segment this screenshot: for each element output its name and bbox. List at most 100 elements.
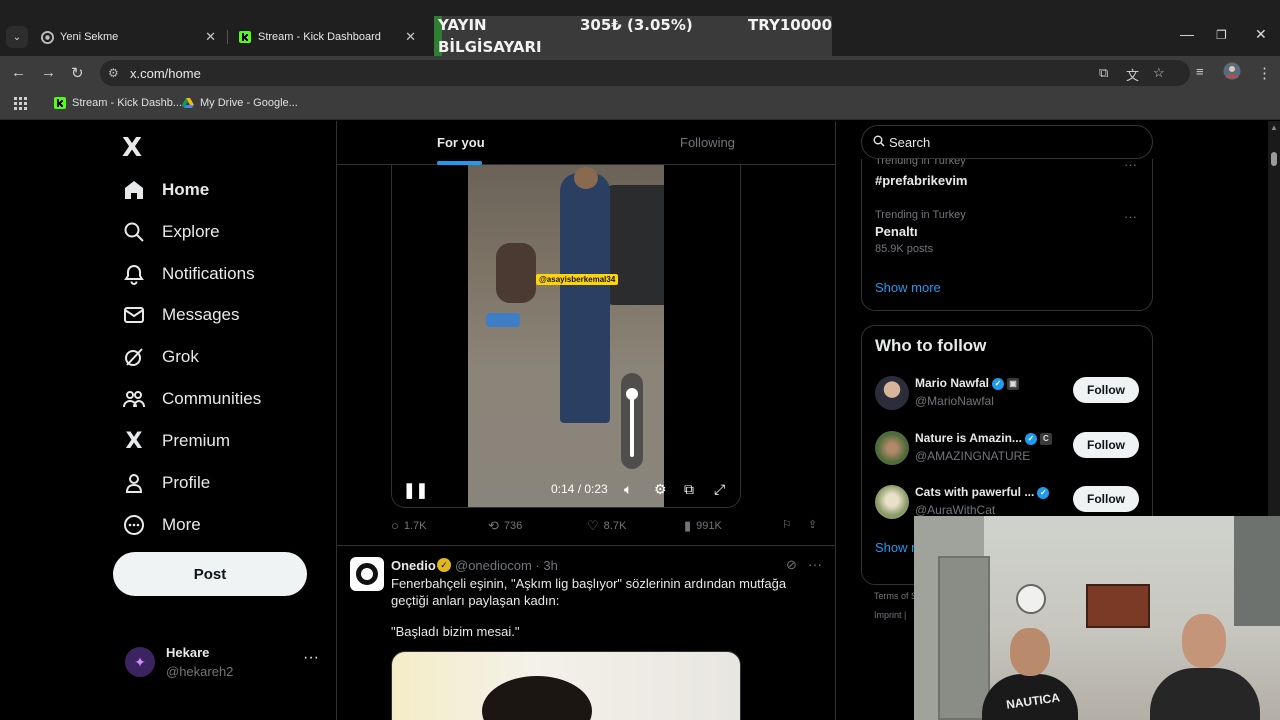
nav-messages[interactable]: Messages bbox=[122, 300, 239, 330]
account-handle: @hekareh2 bbox=[166, 664, 234, 679]
settings-gear-icon[interactable]: ⚙ bbox=[654, 481, 667, 498]
scroll-up-arrow-icon[interactable]: ▲ bbox=[1270, 123, 1278, 132]
search-box[interactable]: Search bbox=[861, 125, 1153, 159]
trend-name[interactable]: #prefabrikevim bbox=[875, 173, 968, 188]
nav-grok[interactable]: Grok bbox=[122, 342, 199, 372]
webcam-poster bbox=[1086, 584, 1150, 628]
browser-menu-icon[interactable]: ⋮ bbox=[1257, 64, 1272, 82]
footer-imprint-link[interactable]: Imprint | bbox=[874, 610, 906, 620]
suggestion-name[interactable]: Nature is Amazin... ✓ C bbox=[915, 431, 1052, 445]
bookmark-icon[interactable]: ⚐ bbox=[782, 518, 792, 531]
kick-icon bbox=[238, 30, 252, 44]
tweet-handle-time[interactable]: @onediocom · 3h bbox=[455, 558, 558, 573]
follow-button[interactable]: Follow bbox=[1073, 432, 1139, 458]
volume-slider[interactable] bbox=[621, 373, 643, 469]
nav-label: Profile bbox=[162, 473, 211, 492]
tab-for-you[interactable]: For you bbox=[437, 135, 485, 150]
video-overlay-tag: @asayisberkemal34 bbox=[536, 274, 619, 285]
more-dots-icon[interactable]: ··· bbox=[808, 556, 822, 572]
tweet[interactable]: Onedio ✓ @onediocom · 3h ⊘ ··· Fenerbahç… bbox=[337, 546, 835, 720]
grok-icon bbox=[122, 346, 146, 368]
address-bar[interactable]: ⚙ x.com/home ⧉ 文 ☆ bbox=[100, 60, 1190, 86]
apps-grid-icon[interactable] bbox=[14, 97, 27, 110]
avatar[interactable] bbox=[875, 431, 909, 465]
nav-home[interactable]: Home bbox=[122, 175, 209, 205]
video-scene-person bbox=[560, 167, 610, 423]
browser-tab-strip: ⌄ Yeni Sekme ✕ Stream - Kick Dashboard ✕… bbox=[0, 0, 1280, 56]
nav-communities[interactable]: Communities bbox=[122, 384, 261, 414]
media-controls-icon[interactable]: ≡ bbox=[1196, 64, 1204, 79]
nav-profile[interactable]: Profile bbox=[122, 468, 210, 498]
more-dots-icon[interactable]: ··· bbox=[1124, 157, 1137, 172]
like-action[interactable]: ♡ 8.7K bbox=[587, 518, 626, 534]
tab-kick-dashboard[interactable]: Stream - Kick Dashboard ✕ bbox=[228, 22, 426, 52]
share-icon[interactable]: ⇪ bbox=[808, 518, 817, 531]
restore-icon[interactable]: ❐ bbox=[1216, 28, 1227, 42]
post-button[interactable]: Post bbox=[113, 552, 307, 596]
picture-in-picture-icon[interactable]: ⧉ bbox=[684, 481, 694, 498]
site-info-icon[interactable]: ⚙ bbox=[108, 66, 119, 80]
nav-more[interactable]: More bbox=[122, 510, 201, 540]
follow-suggestion[interactable]: Nature is Amazin... ✓ C @AMAZINGNATURE Fol… bbox=[862, 427, 1152, 473]
minimize-icon[interactable]: — bbox=[1180, 26, 1194, 42]
suggestion-name[interactable]: Mario Nawfal ✓ ▣ bbox=[915, 376, 1020, 390]
avatar[interactable] bbox=[350, 557, 384, 591]
nav-notifications[interactable]: Notifications bbox=[122, 259, 255, 289]
grok-icon[interactable]: ⊘ bbox=[786, 557, 797, 573]
x-logo[interactable]: X bbox=[122, 133, 142, 163]
volume-knob[interactable] bbox=[626, 388, 638, 400]
translate-icon[interactable]: 文 bbox=[1126, 65, 1139, 84]
follow-suggestion[interactable]: Mario Nawfal ✓ ▣ @MarioNawfal Follow bbox=[862, 372, 1152, 418]
avatar[interactable] bbox=[875, 485, 909, 519]
fullscreen-icon[interactable]: ⤢ bbox=[714, 481, 725, 498]
nav-premium[interactable]: X Premium bbox=[122, 426, 231, 456]
reply-action[interactable]: ○ 1.7K bbox=[391, 518, 427, 533]
trend-name[interactable]: Penaltı bbox=[875, 224, 918, 239]
bookmark-drive[interactable]: My Drive - Google... bbox=[182, 97, 298, 109]
forward-icon[interactable]: → bbox=[41, 64, 56, 81]
bookmark-star-icon[interactable]: ☆ bbox=[1153, 65, 1165, 81]
url-text[interactable]: x.com/home bbox=[130, 66, 201, 81]
tab-title: Yeni Sekme bbox=[60, 31, 119, 43]
x-icon: X bbox=[125, 428, 143, 454]
heart-icon: ♡ bbox=[587, 518, 599, 533]
bookmark-label: Stream - Kick Dashb... bbox=[72, 97, 183, 109]
tab-search-button[interactable]: ⌄ bbox=[6, 26, 28, 48]
follow-button[interactable]: Follow bbox=[1073, 377, 1139, 403]
video-scene-car bbox=[604, 185, 664, 305]
close-icon[interactable]: ✕ bbox=[205, 29, 216, 45]
scrollbar-thumb[interactable] bbox=[1271, 152, 1277, 166]
volume-icon[interactable]: 🔈︎ bbox=[624, 481, 632, 498]
reply-icon: ○ bbox=[391, 518, 399, 533]
close-window-icon[interactable]: ✕ bbox=[1255, 26, 1267, 43]
bookmark-kick[interactable]: Stream - Kick Dashb... bbox=[54, 97, 182, 109]
tab-new-tab[interactable]: Yeni Sekme ✕ bbox=[30, 22, 226, 52]
tweet-author-name[interactable]: Onedio bbox=[391, 558, 436, 573]
install-app-icon[interactable]: ⧉ bbox=[1099, 65, 1108, 81]
account-switcher[interactable]: ✦ Hekare @hekareh2 ··· bbox=[125, 641, 325, 685]
video-scene-bag bbox=[486, 313, 520, 327]
reload-icon[interactable]: ↻ bbox=[71, 64, 84, 82]
footer-terms-link[interactable]: Terms of S bbox=[874, 591, 917, 601]
repost-count: 736 bbox=[503, 520, 523, 532]
repost-icon: ⟲ bbox=[488, 518, 499, 533]
tab-following[interactable]: Following bbox=[680, 135, 735, 150]
views-action[interactable]: ▮ 991K bbox=[684, 518, 722, 534]
profile-avatar-icon[interactable] bbox=[1223, 62, 1241, 84]
repost-action[interactable]: ⟲ 736 bbox=[488, 518, 522, 534]
video-player[interactable]: @asayisberkemal34 ❚❚ 0:14 / 0:23 🔈︎ ⚙ ⧉ … bbox=[391, 165, 741, 508]
webcam-clock bbox=[1016, 584, 1046, 614]
more-dots-icon[interactable]: ··· bbox=[1124, 209, 1137, 224]
bookmarks-bar: Stream - Kick Dashb... My Drive - Google… bbox=[0, 90, 1280, 120]
suggestion-name[interactable]: Cats with pawerful ... ✓ bbox=[915, 485, 1050, 499]
close-icon[interactable]: ✕ bbox=[405, 29, 416, 45]
tweet-media[interactable] bbox=[391, 651, 741, 720]
view-count: 991K bbox=[696, 520, 722, 532]
show-more-link[interactable]: Show more bbox=[875, 280, 941, 295]
nav-explore[interactable]: Explore bbox=[122, 217, 220, 247]
back-icon[interactable]: ← bbox=[11, 64, 26, 81]
video-time: 0:14 / 0:23 bbox=[551, 482, 608, 496]
follow-button[interactable]: Follow bbox=[1073, 486, 1139, 512]
avatar[interactable] bbox=[875, 376, 909, 410]
pause-icon[interactable]: ❚❚ bbox=[403, 481, 428, 499]
